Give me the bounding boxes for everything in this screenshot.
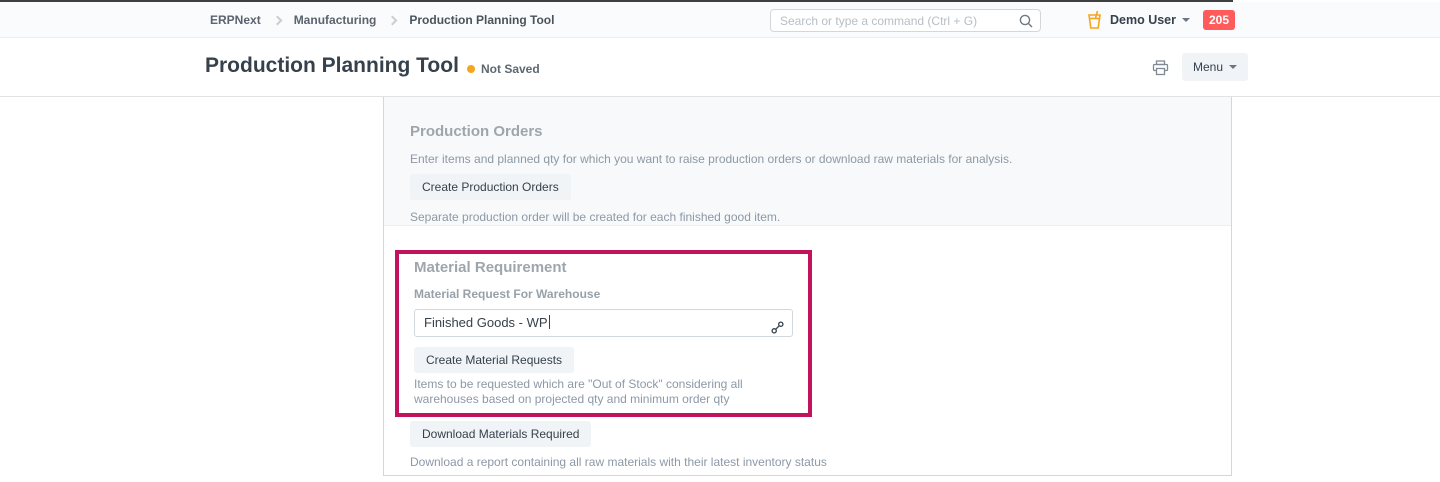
material-requirement-highlight-box: Material Requirement Material Request Fo…	[395, 250, 812, 417]
search-icon	[1019, 14, 1033, 33]
production-orders-description: Enter items and planned qty for which yo…	[410, 150, 1205, 168]
status-text: Not Saved	[481, 62, 540, 76]
breadcrumb-home[interactable]: ERPNext	[210, 13, 261, 27]
breadcrumb-current-page[interactable]: Production Planning Tool	[409, 13, 554, 27]
warehouse-field-label: Material Request For Warehouse	[414, 287, 793, 301]
menu-button[interactable]: Menu	[1182, 53, 1248, 81]
production-orders-section: Production Orders Enter items and planne…	[384, 97, 1231, 226]
search-input[interactable]	[771, 10, 1040, 31]
material-requirement-note: Items to be requested which are "Out of …	[414, 377, 794, 407]
user-menu[interactable]: Demo User	[1110, 2, 1190, 38]
download-materials-row: Download Materials Required Download a r…	[410, 421, 1205, 470]
create-material-requests-button[interactable]: Create Material Requests	[414, 347, 574, 373]
chevron-right-icon	[272, 15, 282, 25]
production-orders-heading: Production Orders	[410, 123, 1205, 140]
print-icon[interactable]	[1150, 58, 1171, 83]
create-production-orders-button[interactable]: Create Production Orders	[410, 174, 571, 200]
material-requirement-heading: Material Requirement	[414, 259, 793, 276]
menu-button-label: Menu	[1193, 60, 1223, 74]
navbar: ERPNext Manufacturing Production Plannin…	[0, 2, 1440, 38]
chevron-right-icon	[388, 15, 398, 25]
warehouse-input[interactable]: Finished Goods - WP	[414, 309, 793, 337]
production-orders-note: Separate production order will be create…	[410, 208, 1205, 226]
notification-count-badge[interactable]: 205	[1203, 10, 1235, 30]
download-materials-note: Download a report containing all raw mat…	[410, 454, 1205, 470]
download-materials-required-button[interactable]: Download Materials Required	[410, 421, 591, 447]
material-requirement-section: Material Requirement Material Request Fo…	[384, 250, 1231, 470]
warehouse-input-value: Finished Goods - WP	[424, 315, 548, 330]
page-head: Production Planning Tool Not Saved Menu	[0, 38, 1440, 97]
user-name: Demo User	[1110, 13, 1176, 27]
breadcrumb-module[interactable]: Manufacturing	[294, 13, 377, 27]
link-icon[interactable]	[771, 317, 784, 343]
status-dot-icon	[467, 65, 475, 73]
breadcrumb: ERPNext Manufacturing Production Plannin…	[210, 2, 554, 38]
text-cursor	[549, 315, 550, 329]
status-indicator: Not Saved	[467, 62, 540, 76]
chevron-down-icon	[1182, 18, 1190, 22]
chevron-down-icon	[1229, 65, 1237, 69]
user-avatar-drink-icon[interactable]	[1084, 9, 1105, 36]
page-title: Production Planning Tool	[205, 54, 459, 78]
global-search	[770, 9, 1041, 32]
form-body: Production Orders Enter items and planne…	[383, 97, 1232, 476]
